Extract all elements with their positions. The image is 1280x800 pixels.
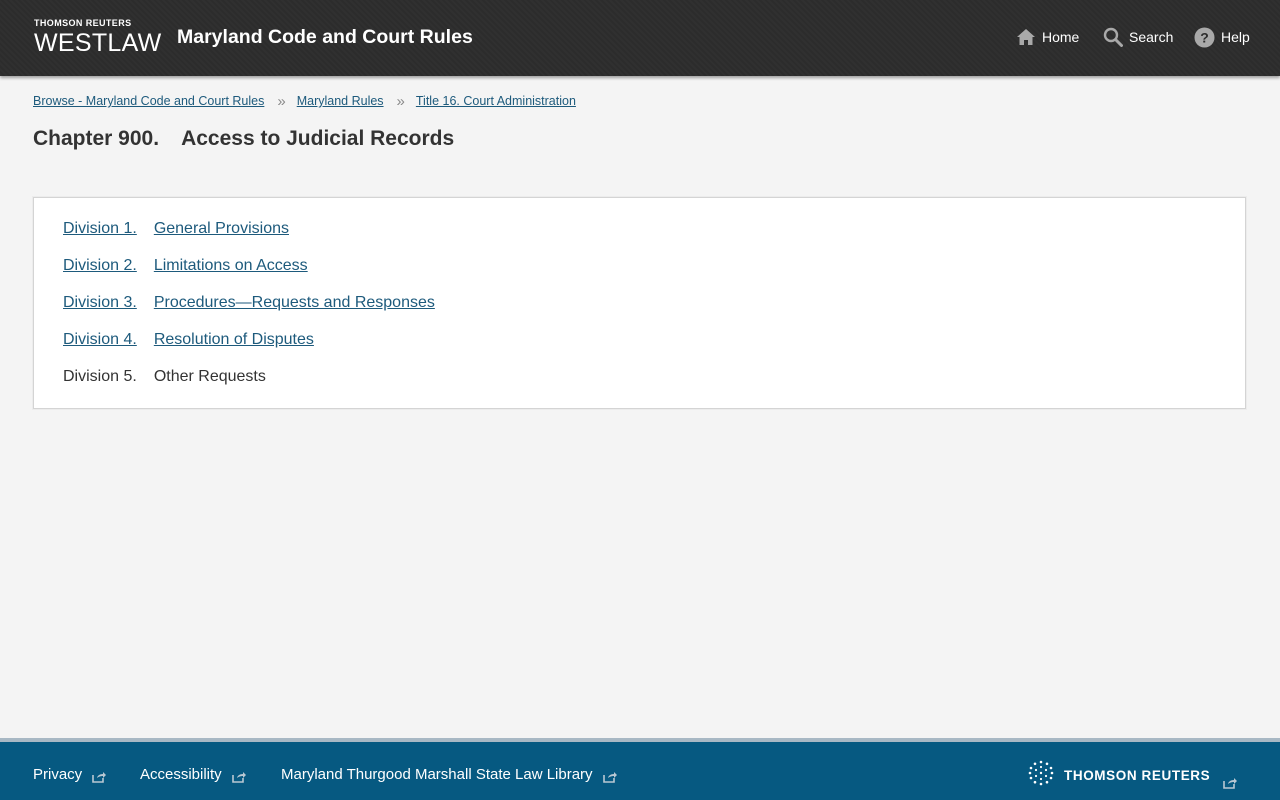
- list-item: Division 3. Procedures—Requests and Respo…: [63, 292, 435, 329]
- breadcrumb-separator-icon: »: [396, 92, 405, 110]
- chapter-title: Access to Judicial Records: [181, 127, 455, 150]
- division-list: Division 1. General Provisions Division 2…: [63, 218, 435, 403]
- site-title: Maryland Code and Court Rules: [177, 26, 473, 48]
- division-link[interactable]: Division 1. General Provisions: [63, 220, 289, 237]
- home-icon: [1016, 28, 1036, 46]
- list-item: Division 1. General Provisions: [63, 218, 435, 255]
- logo-main-text: WESTLAW: [34, 29, 162, 57]
- division-number: Division 1.: [63, 220, 137, 237]
- external-link-icon: [92, 771, 107, 783]
- breadcrumb: Browse - Maryland Code and Court Rules »…: [33, 92, 576, 110]
- chapter-number: Chapter 900.: [33, 127, 160, 150]
- breadcrumb-separator-icon: »: [277, 92, 286, 110]
- division-number: Division 5.: [63, 368, 137, 385]
- division-number: Division 3.: [63, 294, 137, 311]
- footer-privacy-label: Privacy: [33, 766, 83, 783]
- breadcrumb-browse[interactable]: Browse - Maryland Code and Court Rules: [33, 94, 264, 108]
- list-item: Division 2. Limitations on Access: [63, 255, 435, 292]
- footer-privacy-link[interactable]: Privacy: [33, 766, 107, 783]
- footer-library-link[interactable]: Maryland Thurgood Marshall State Law Lib…: [281, 766, 617, 783]
- thomson-reuters-text: THOMSON REUTERS: [1064, 768, 1211, 783]
- external-link-icon: [231, 771, 246, 783]
- division-link[interactable]: Division 3. Procedures—Requests and Respo…: [63, 294, 435, 311]
- nav-help[interactable]: ? Help: [1194, 24, 1250, 50]
- list-item: Division 5. Other Requests: [63, 366, 435, 403]
- footer-library-label: Maryland Thurgood Marshall State Law Lib…: [281, 766, 593, 783]
- svg-text:?: ?: [1200, 29, 1209, 45]
- external-link-icon: [602, 771, 617, 783]
- site-header: THOMSON REUTERS WESTLAW Maryland Code an…: [0, 0, 1280, 76]
- search-icon: [1103, 27, 1123, 47]
- nav-home[interactable]: Home: [1016, 24, 1079, 50]
- list-item: Division 4. Resolution of Disputes: [63, 329, 435, 366]
- division-title: General Provisions: [153, 220, 289, 237]
- logo-top-text: THOMSON REUTERS: [34, 18, 132, 28]
- division-number: Division 4.: [63, 331, 137, 348]
- westlaw-logo[interactable]: THOMSON REUTERS WESTLAW: [34, 18, 162, 57]
- footer-accessibility-label: Accessibility: [140, 766, 222, 783]
- division-title: Procedures—Requests and Responses: [153, 294, 435, 311]
- division-list-panel: Division 1. General Provisions Division 2…: [33, 197, 1246, 409]
- division-link[interactable]: Division 2. Limitations on Access: [63, 257, 308, 274]
- breadcrumb-title-16[interactable]: Title 16. Court Administration: [416, 94, 576, 108]
- division-link[interactable]: Division 4. Resolution of Disputes: [63, 331, 314, 348]
- nav-search-label: Search: [1129, 29, 1174, 45]
- thomson-reuters-dots-icon: [1028, 760, 1054, 791]
- external-link-icon[interactable]: [1223, 777, 1237, 789]
- breadcrumb-maryland-rules[interactable]: Maryland Rules: [297, 94, 384, 108]
- division-number: Division 2.: [63, 257, 137, 274]
- thomson-reuters-logo[interactable]: THOMSON REUTERS: [1028, 760, 1210, 791]
- site-footer: Privacy Accessibility Maryland Thurgood …: [0, 738, 1280, 800]
- nav-search[interactable]: Search: [1103, 24, 1173, 50]
- footer-accessibility-link[interactable]: Accessibility: [140, 766, 246, 783]
- division-text: Division 5. Other Requests: [63, 368, 266, 385]
- nav-home-label: Home: [1042, 29, 1080, 45]
- division-title: Resolution of Disputes: [153, 331, 314, 348]
- division-title: Other Requests: [153, 368, 266, 385]
- page-title: Chapter 900. Access to Judicial Records: [33, 127, 454, 151]
- help-icon: ?: [1194, 27, 1215, 48]
- nav-help-label: Help: [1221, 29, 1250, 45]
- division-title: Limitations on Access: [153, 257, 308, 274]
